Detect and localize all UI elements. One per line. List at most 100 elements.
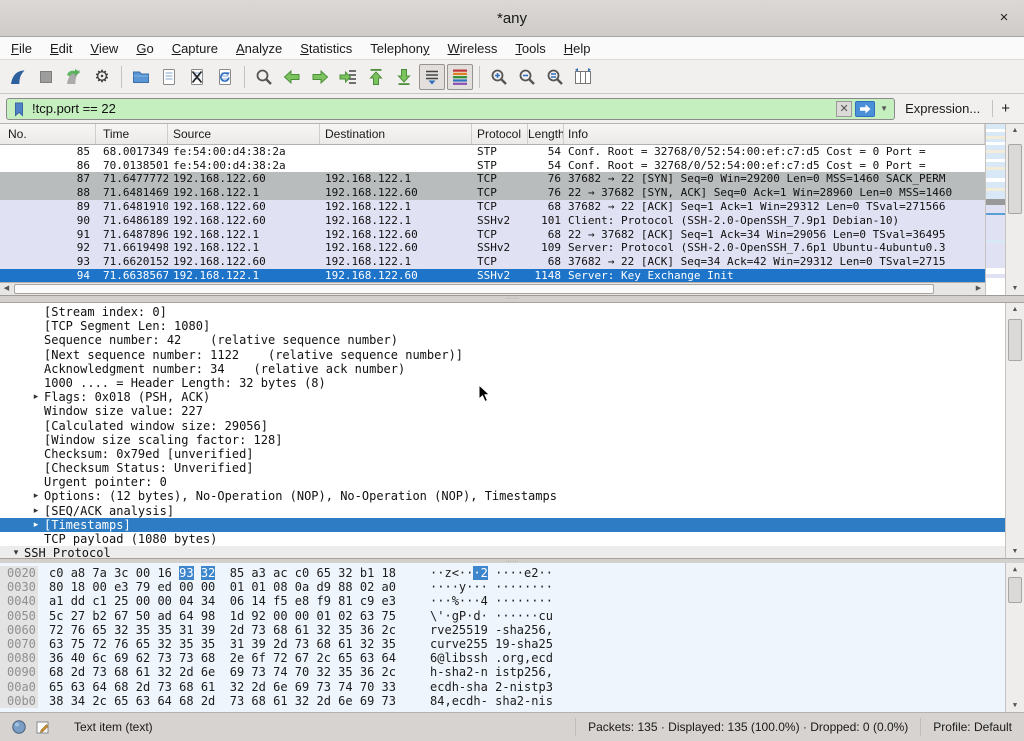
packet-row-90[interactable]: 9071.648618924192.168.122.60192.168.122.…: [0, 214, 985, 228]
expression-button[interactable]: Expression...: [895, 101, 990, 116]
menu-edit[interactable]: Edit: [41, 39, 81, 58]
hex-row[interactable]: 006072 76 65 32 35 35 31 39 2d 73 68 61 …: [0, 623, 1024, 637]
close-file-icon[interactable]: [184, 64, 210, 90]
menu-file[interactable]: File: [2, 39, 41, 58]
scroll-down-icon[interactable]: ▼: [1006, 282, 1024, 295]
column-header-protocol[interactable]: Protocol: [472, 124, 528, 144]
detail-row[interactable]: ▸[Timestamps]: [0, 518, 1024, 532]
menu-telephony[interactable]: Telephony: [361, 39, 438, 58]
packet-list-vertical-scrollbar[interactable]: ▲ ▼: [1005, 124, 1024, 295]
scroll-down-icon[interactable]: ▼: [1006, 699, 1024, 712]
hex-row[interactable]: 009068 2d 73 68 61 32 2d 6e 69 73 74 70 …: [0, 665, 1024, 679]
filter-clear-icon[interactable]: ✕: [836, 101, 852, 117]
collapsed-arrow-icon[interactable]: ▸: [28, 518, 44, 532]
packet-row-88[interactable]: 8871.648146932192.168.122.1192.168.122.6…: [0, 186, 985, 200]
detail-row[interactable]: ▾SSH Protocol: [0, 546, 1024, 559]
scroll-up-icon[interactable]: ▲: [1006, 124, 1024, 137]
detail-row[interactable]: Checksum: 0x79ed [unverified]: [0, 447, 1024, 461]
detail-row[interactable]: 1000 .... = Header Length: 32 bytes (8): [0, 376, 1024, 390]
packet-list-horizontal-scrollbar[interactable]: ◀ ▶: [0, 282, 985, 295]
restart-capture-icon[interactable]: [61, 64, 87, 90]
display-filter-field[interactable]: ✕ ▼: [6, 98, 895, 120]
column-header-source[interactable]: Source: [168, 124, 320, 144]
details-vertical-scrollbar[interactable]: ▲ ▼: [1005, 303, 1024, 558]
vertical-scroll-thumb[interactable]: [1008, 144, 1022, 214]
packet-list-minimap[interactable]: [985, 124, 1005, 295]
hex-row[interactable]: 0040a1 dd c1 25 00 00 04 34 06 14 f5 e8 …: [0, 594, 1024, 608]
column-header-destination[interactable]: Destination: [320, 124, 472, 144]
column-header-no[interactable]: No.: [0, 124, 96, 144]
filter-history-dropdown-icon[interactable]: ▼: [877, 104, 891, 113]
menu-analyze[interactable]: Analyze: [227, 39, 291, 58]
menu-tools[interactable]: Tools: [506, 39, 554, 58]
packet-row-86[interactable]: 8670.013850163fe:54:00:d4:38:2aSTP54Conf…: [0, 159, 985, 173]
expanded-arrow-icon[interactable]: ▾: [8, 546, 24, 559]
hex-row[interactable]: 0020c0 a8 7a 3c 00 16 93 32 85 a3 ac c0 …: [0, 566, 1024, 580]
column-header-time[interactable]: Time: [96, 124, 168, 144]
collapsed-arrow-icon[interactable]: ▸: [28, 390, 44, 404]
column-header-length[interactable]: Length: [528, 124, 564, 144]
go-to-packet-icon[interactable]: [335, 64, 361, 90]
display-filter-input[interactable]: [28, 100, 836, 117]
go-last-icon[interactable]: [391, 64, 417, 90]
packet-row-91[interactable]: 9171.648789678192.168.122.1192.168.122.6…: [0, 228, 985, 242]
add-filter-button[interactable]: +: [992, 100, 1018, 117]
packet-row-92[interactable]: 9271.661949820192.168.122.1192.168.122.6…: [0, 241, 985, 255]
filter-apply-icon[interactable]: [855, 101, 875, 117]
scroll-up-icon[interactable]: ▲: [1006, 303, 1024, 316]
scroll-left-icon[interactable]: ◀: [0, 283, 13, 295]
capture-options-icon[interactable]: ⚙: [89, 64, 115, 90]
hex-row[interactable]: 00b038 34 2c 65 63 64 68 2d 73 68 61 32 …: [0, 694, 1024, 708]
detail-row[interactable]: [TCP Segment Len: 1080]: [0, 319, 1024, 333]
open-file-icon[interactable]: [128, 64, 154, 90]
go-first-icon[interactable]: [363, 64, 389, 90]
detail-row[interactable]: Sequence number: 42 (relative sequence n…: [0, 333, 1024, 347]
hex-row[interactable]: 008036 40 6c 69 62 73 73 68 2e 6f 72 67 …: [0, 651, 1024, 665]
reload-file-icon[interactable]: [212, 64, 238, 90]
packet-list-header[interactable]: No.TimeSourceDestinationProtocolLengthIn…: [0, 124, 985, 145]
auto-scroll-icon[interactable]: [419, 64, 445, 90]
menu-wireless[interactable]: Wireless: [439, 39, 507, 58]
close-window-button[interactable]: ×: [994, 8, 1014, 28]
zoom-out-icon[interactable]: [514, 64, 540, 90]
capture-comment-icon[interactable]: [34, 718, 52, 736]
zoom-original-icon[interactable]: [542, 64, 568, 90]
packet-row-94[interactable]: 9471.663856741192.168.122.1192.168.122.6…: [0, 269, 985, 282]
detail-row[interactable]: [Stream index: 0]: [0, 305, 1024, 319]
detail-row[interactable]: Acknowledgment number: 34 (relative ack …: [0, 362, 1024, 376]
hex-row[interactable]: 007063 75 72 76 65 32 35 35 31 39 2d 73 …: [0, 637, 1024, 651]
detail-row[interactable]: [Window size scaling factor: 128]: [0, 433, 1024, 447]
find-packet-icon[interactable]: [251, 64, 277, 90]
detail-row[interactable]: ▸Flags: 0x018 (PSH, ACK): [0, 390, 1024, 404]
menu-go[interactable]: Go: [127, 39, 162, 58]
hex-row[interactable]: 00a065 63 64 68 2d 73 68 61 32 2d 6e 69 …: [0, 680, 1024, 694]
packet-row-93[interactable]: 9371.662015274192.168.122.60192.168.122.…: [0, 255, 985, 269]
details-scroll-thumb[interactable]: [1008, 319, 1022, 361]
column-header-info[interactable]: Info: [564, 124, 985, 144]
collapsed-arrow-icon[interactable]: ▸: [28, 489, 44, 503]
packet-row-87[interactable]: 8771.647777234192.168.122.60192.168.122.…: [0, 172, 985, 186]
detail-row[interactable]: ▸Options: (12 bytes), No-Operation (NOP)…: [0, 489, 1024, 503]
scroll-right-icon[interactable]: ▶: [972, 283, 985, 295]
detail-row[interactable]: TCP payload (1080 bytes): [0, 532, 1024, 546]
stop-capture-icon[interactable]: [33, 64, 59, 90]
packet-row-85[interactable]: 8568.001734936fe:54:00:d4:38:2aSTP54Conf…: [0, 145, 985, 159]
resize-columns-icon[interactable]: [570, 64, 596, 90]
profile-text[interactable]: Profile: Default: [920, 718, 1024, 736]
horizontal-scroll-thumb[interactable]: [14, 284, 934, 294]
bytes-scroll-thumb[interactable]: [1008, 577, 1022, 603]
go-back-icon[interactable]: [279, 64, 305, 90]
save-file-icon[interactable]: [156, 64, 182, 90]
detail-row[interactable]: [Checksum Status: Unverified]: [0, 461, 1024, 475]
start-capture-icon[interactable]: [5, 64, 31, 90]
menu-view[interactable]: View: [81, 39, 127, 58]
detail-row[interactable]: Urgent pointer: 0: [0, 475, 1024, 489]
detail-row[interactable]: [Next sequence number: 1122 (relative se…: [0, 348, 1024, 362]
hex-row[interactable]: 00505c 27 b2 67 50 ad 64 98 1d 92 00 00 …: [0, 609, 1024, 623]
packet-row-89[interactable]: 8971.648191037192.168.122.60192.168.122.…: [0, 200, 985, 214]
detail-row[interactable]: [Calculated window size: 29056]: [0, 419, 1024, 433]
detail-row[interactable]: Window size value: 227: [0, 404, 1024, 418]
colorize-icon[interactable]: [447, 64, 473, 90]
zoom-in-icon[interactable]: [486, 64, 512, 90]
detail-row[interactable]: ▸[SEQ/ACK analysis]: [0, 504, 1024, 518]
